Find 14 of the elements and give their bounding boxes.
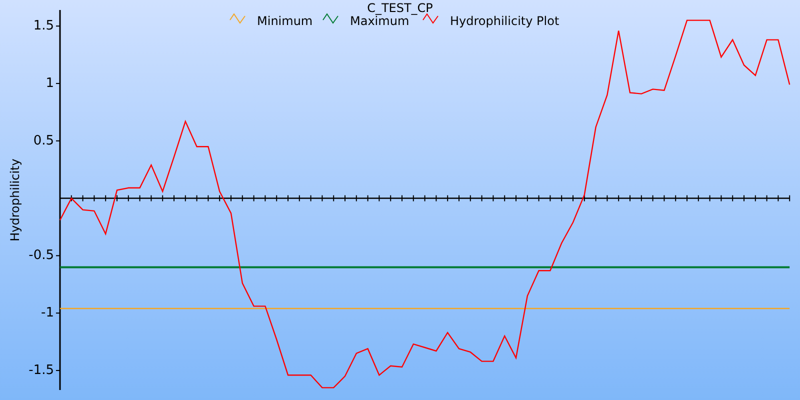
y-tick-label: -1.5 bbox=[28, 362, 54, 378]
line-sample-icon bbox=[322, 13, 338, 24]
y-tick-label: 1 bbox=[46, 76, 54, 91]
y-tick-label: -0.5 bbox=[28, 248, 54, 264]
line-sample-icon bbox=[230, 13, 246, 24]
y-tick-label: 0.5 bbox=[33, 133, 54, 148]
y-axis-label: Hydrophilicity bbox=[8, 158, 22, 242]
line-sample-icon bbox=[422, 13, 438, 24]
legend-label: Minimum bbox=[257, 14, 313, 28]
legend-label: Maximum bbox=[350, 14, 410, 28]
y-tick-label: -1 bbox=[41, 306, 54, 321]
y-tick-label: 1.5 bbox=[33, 18, 54, 34]
legend-label: Hydrophilicity Plot bbox=[450, 14, 560, 28]
chart-title: C_TEST_CP bbox=[367, 1, 433, 15]
